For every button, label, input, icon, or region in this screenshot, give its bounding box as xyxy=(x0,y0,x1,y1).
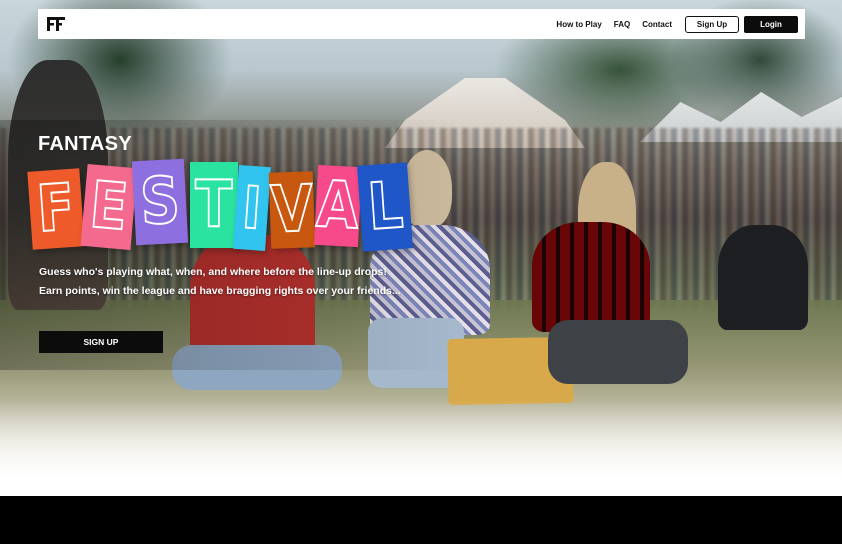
hero-tagline-line-1: Guess who's playing what, when, and wher… xyxy=(39,266,387,278)
backpack xyxy=(548,320,688,384)
page: How to Play FAQ Contact Sign Up Login FA… xyxy=(0,0,842,544)
ff-logo-svg xyxy=(47,17,65,31)
title-letter-0: F xyxy=(34,170,78,248)
title-letter-1: E xyxy=(86,168,131,247)
nav-contact-link[interactable]: Contact xyxy=(642,20,672,29)
festival-title-flags: FESTIVAL xyxy=(27,158,420,254)
title-letter-5: V xyxy=(269,171,316,248)
footer-bar xyxy=(0,496,842,544)
nav-login-button[interactable]: Login xyxy=(744,15,798,33)
title-letter-2: S xyxy=(138,163,183,241)
hero-tagline-line-2: Earn points, win the league and have bra… xyxy=(39,285,401,297)
title-letter-7: L xyxy=(364,168,406,246)
title-flag-v-5: V xyxy=(268,171,316,249)
title-flag-t-3: T xyxy=(190,162,238,248)
ff-logo-icon[interactable] xyxy=(46,15,66,33)
nav-links: How to Play FAQ Contact Sign Up Login xyxy=(556,15,798,33)
nav-signup-button[interactable]: Sign Up xyxy=(685,15,739,33)
hero-fade xyxy=(0,400,842,496)
title-flag-l-7: L xyxy=(357,162,413,252)
hero-tagline: Guess who's playing what, when, and wher… xyxy=(39,263,401,301)
title-letter-3: T xyxy=(195,168,234,242)
title-flag-s-2: S xyxy=(131,158,189,246)
title-flag-a-6: A xyxy=(313,164,363,248)
hero-pretitle: FANTASY xyxy=(38,133,132,155)
title-letter-4: I xyxy=(240,173,265,244)
title-flag-e-1: E xyxy=(80,163,138,251)
hero-signup-button[interactable]: SIGN UP xyxy=(39,331,163,353)
nav-faq-link[interactable]: FAQ xyxy=(614,20,630,29)
title-letter-6: A xyxy=(314,167,362,245)
person-black-hat xyxy=(718,225,808,330)
title-flag-i-4: I xyxy=(233,164,271,252)
top-navbar: How to Play FAQ Contact Sign Up Login xyxy=(38,9,805,39)
nav-how-to-play-link[interactable]: How to Play xyxy=(556,20,601,29)
person-plaid-shirt xyxy=(532,222,650,332)
title-flag-f-0: F xyxy=(27,168,85,250)
